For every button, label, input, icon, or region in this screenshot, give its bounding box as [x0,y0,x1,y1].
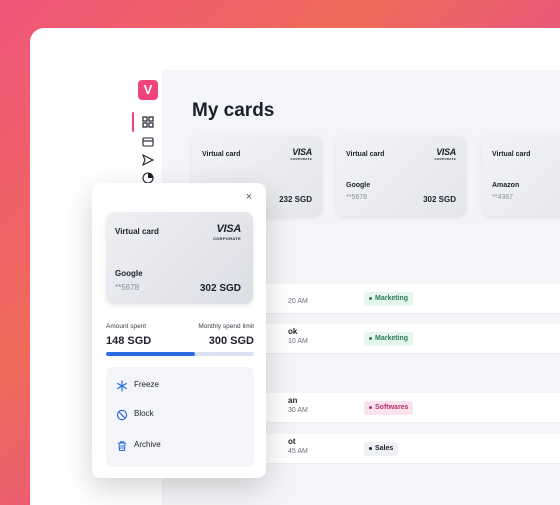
visa-sub: CORPORATE [213,236,241,241]
tag-badge: Softwares [364,401,414,415]
card-actions: Freeze Block Archive [106,367,254,467]
block-icon [116,409,128,421]
snowflake-icon [117,380,127,392]
block-button[interactable]: Block [106,402,254,430]
card-label: Virtual card [115,227,159,236]
card-number: **5678 [346,194,368,201]
spend-limit-value: 300 SGD [208,335,254,347]
send-icon[interactable] [142,154,154,166]
app-logo: V [138,80,158,100]
card-amount: 232 SGD [279,195,312,204]
page-title: My cards [192,100,275,121]
tag-badge: Marketing [364,292,414,306]
card-detail-panel: × Virtual card VISA CORPORATE Google **5… [92,183,266,478]
action-label: Freeze [134,380,159,389]
tag-label: Softwares [375,404,409,411]
visa-sub: CORPORATE [290,157,312,161]
close-icon[interactable]: × [244,192,254,203]
action-label: Archive [134,440,161,449]
card-icon[interactable] [142,136,154,148]
spend-limit-label: Monthly spend limit [198,323,254,330]
tag-badge: Sales [364,442,399,456]
tag-label: Marketing [375,335,409,342]
card-number: **5678 [115,283,140,292]
card-merchant: Google [115,269,143,278]
transaction-time: 20 AM [288,298,308,305]
card-merchant: Google [346,182,371,189]
transaction-name: an [288,396,298,405]
amount-spent-label: Amount spent [106,323,147,330]
spend-progress-bar [106,352,254,356]
tag-label: Marketing [375,295,409,302]
tag-badge: Marketing [364,332,414,346]
spend-progress-fill [106,352,195,356]
transaction-time: 45 AM [288,448,308,455]
freeze-button[interactable]: Freeze [106,373,254,401]
transaction-time: 30 AM [288,407,308,414]
card-label: Virtual card [202,151,241,158]
card-merchant: Amazon [492,182,520,189]
visa-logo: VISA [292,147,312,157]
card-amount: 302 SGD [199,283,241,294]
transaction-name: ok [288,327,298,336]
selected-card: Virtual card VISA CORPORATE Google **567… [106,212,253,304]
tag-label: Sales [375,445,394,452]
transaction-name: ot [288,437,296,446]
visa-logo: VISA [436,147,456,157]
dashboard-icon[interactable] [142,116,154,128]
action-label: Block [134,409,154,418]
card-label: Virtual card [492,151,531,158]
visa-logo: VISA [216,223,242,235]
transaction-time: 10 AM [288,338,308,345]
card-tile[interactable]: Virtual card Amazon **4367 [482,136,560,216]
card-number: **4367 [492,194,514,201]
amount-spent-value: 148 SGD [106,335,152,347]
card-label: Virtual card [346,151,385,158]
card-amount: 302 SGD [423,195,456,204]
archive-button[interactable]: Archive [106,433,254,461]
nav-active-indicator [132,112,134,132]
trash-icon [118,441,126,452]
card-tile[interactable]: Virtual card VISA CORPORATE Google **567… [336,136,466,216]
visa-sub: CORPORATE [434,157,456,161]
